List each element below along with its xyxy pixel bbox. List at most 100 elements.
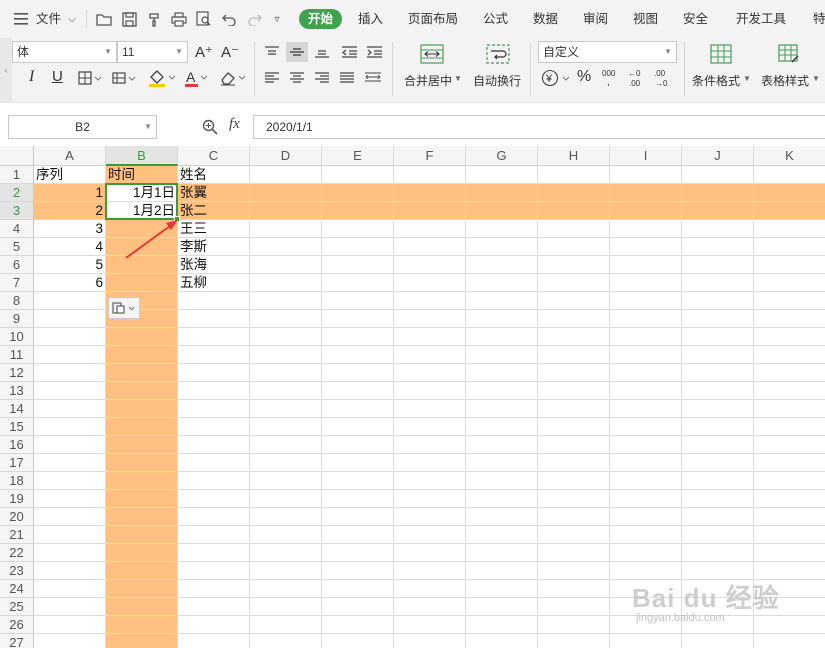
redo-icon[interactable]	[244, 9, 264, 29]
decrease-decimal-icon[interactable]: .00 →0	[652, 67, 674, 89]
chevron-down-icon[interactable]: ▼	[743, 74, 751, 83]
cell-c3[interactable]: 张二	[178, 202, 250, 220]
cell-b3[interactable]: 1月2日	[106, 202, 178, 220]
chevron-down-icon[interactable]: ▼	[454, 74, 462, 83]
cell-c4[interactable]: 王三	[178, 220, 250, 238]
paste-options-button[interactable]	[108, 297, 140, 319]
print-preview-icon[interactable]	[194, 9, 214, 29]
row-header-2[interactable]: 2	[0, 184, 34, 202]
cell-b2[interactable]: 1月1日	[106, 184, 178, 202]
tab-view[interactable]: 视图	[633, 0, 658, 38]
column-header-c[interactable]: C	[178, 146, 250, 166]
row-header-14[interactable]: 14	[0, 400, 34, 418]
column-header-f[interactable]: F	[394, 146, 466, 166]
chevron-down-icon[interactable]: ▼	[812, 74, 820, 83]
column-header-j[interactable]: J	[682, 146, 754, 166]
row-header-8[interactable]: 8	[0, 292, 34, 310]
column-header-i[interactable]: I	[610, 146, 682, 166]
italic-button[interactable]: I	[29, 68, 34, 86]
fill-handle[interactable]	[174, 216, 180, 222]
cell-c6[interactable]: 张海	[178, 256, 250, 274]
decrease-indent-icon[interactable]	[339, 42, 359, 62]
cell-a6[interactable]: 5	[34, 256, 106, 274]
row-header-16[interactable]: 16	[0, 436, 34, 454]
cell-a5[interactable]: 4	[34, 238, 106, 256]
number-format-select[interactable]: 自定义 ▼	[538, 41, 677, 63]
row-header-1[interactable]: 1	[0, 166, 34, 184]
wrap-text-button[interactable]: 自动换行	[473, 72, 521, 89]
align-bottom-icon[interactable]	[312, 42, 332, 62]
increase-indent-icon[interactable]	[364, 42, 384, 62]
align-center-icon[interactable]	[287, 68, 307, 88]
underline-button[interactable]: U	[52, 68, 63, 85]
tab-formulas[interactable]: 公式	[483, 0, 508, 38]
fill-color-icon[interactable]	[146, 67, 178, 89]
cell-c1[interactable]: 姓名	[178, 166, 250, 184]
tab-developer[interactable]: 开发工具	[736, 0, 786, 38]
tab-insert[interactable]: 插入	[358, 0, 383, 38]
name-box[interactable]: B2 ▼	[8, 115, 157, 139]
row-header-15[interactable]: 15	[0, 418, 34, 436]
column-header-k[interactable]: K	[754, 146, 825, 166]
border-icon[interactable]	[76, 69, 104, 87]
formula-input[interactable]: 2020/1/1	[253, 115, 825, 139]
row-header-7[interactable]: 7	[0, 274, 34, 292]
cell-a3[interactable]: 2	[34, 202, 106, 220]
header-corner[interactable]	[0, 146, 34, 166]
column-header-e[interactable]: E	[322, 146, 394, 166]
font-size-select[interactable]: 11 ▼	[117, 41, 188, 63]
cell-a1[interactable]: 序列	[34, 166, 106, 184]
currency-icon[interactable]: ¥	[540, 68, 572, 88]
hamburger-icon[interactable]	[12, 10, 30, 28]
row-header-20[interactable]: 20	[0, 508, 34, 526]
undo-icon[interactable]	[219, 9, 239, 29]
row-header-19[interactable]: 19	[0, 490, 34, 508]
tab-home[interactable]: 开始	[299, 9, 343, 29]
file-menu[interactable]: 文件	[36, 0, 61, 38]
font-color-icon[interactable]: A	[182, 67, 210, 89]
fx-icon[interactable]: fx	[229, 116, 240, 133]
conditional-format-icon[interactable]	[708, 42, 734, 66]
row-header-11[interactable]: 11	[0, 346, 34, 364]
row-header-26[interactable]: 26	[0, 616, 34, 634]
row-header-21[interactable]: 21	[0, 526, 34, 544]
align-left-icon[interactable]	[262, 68, 282, 88]
row-header-13[interactable]: 13	[0, 382, 34, 400]
column-header-g[interactable]: G	[466, 146, 538, 166]
cell-b1[interactable]: 时间	[106, 166, 178, 184]
row-header-27[interactable]: 27	[0, 634, 34, 648]
row-header-24[interactable]: 24	[0, 580, 34, 598]
tab-security[interactable]: 安全	[683, 0, 708, 38]
column-header-a[interactable]: A	[34, 146, 106, 166]
chevron-down-icon[interactable]: ⌵	[66, 12, 78, 26]
justify-icon[interactable]	[337, 68, 357, 88]
column-header-b[interactable]: B	[106, 146, 178, 166]
cell-a2[interactable]: 1	[34, 184, 106, 202]
tab-data[interactable]: 数据	[533, 0, 558, 38]
cell-c7[interactable]: 五柳	[178, 274, 250, 292]
cell-c2[interactable]: 张翼	[178, 184, 250, 202]
column-header-h[interactable]: H	[538, 146, 610, 166]
cell-a7[interactable]: 6	[34, 274, 106, 292]
decrease-font-icon[interactable]: A⁻	[221, 43, 239, 61]
row-header-23[interactable]: 23	[0, 562, 34, 580]
tab-special[interactable]: 特	[813, 0, 825, 38]
tab-page-layout[interactable]: 页面布局	[408, 0, 458, 38]
thousands-separator-icon[interactable]: 000,	[600, 67, 620, 89]
font-name-select[interactable]: 体 ▼	[12, 41, 117, 63]
print-icon[interactable]	[169, 9, 189, 29]
column-header-d[interactable]: D	[250, 146, 322, 166]
increase-decimal-icon[interactable]: ←0.00	[626, 67, 648, 89]
distribute-icon[interactable]	[362, 68, 384, 88]
row-header-5[interactable]: 5	[0, 238, 34, 256]
wrap-text-icon[interactable]	[484, 42, 512, 66]
row-header-18[interactable]: 18	[0, 472, 34, 490]
row-header-25[interactable]: 25	[0, 598, 34, 616]
cell-a4[interactable]: 3	[34, 220, 106, 238]
row-header-9[interactable]: 9	[0, 310, 34, 328]
row-header-4[interactable]: 4	[0, 220, 34, 238]
align-middle-icon[interactable]	[286, 42, 308, 62]
table-style-icon[interactable]	[776, 42, 802, 66]
align-top-icon[interactable]	[262, 42, 282, 62]
row-header-10[interactable]: 10	[0, 328, 34, 346]
